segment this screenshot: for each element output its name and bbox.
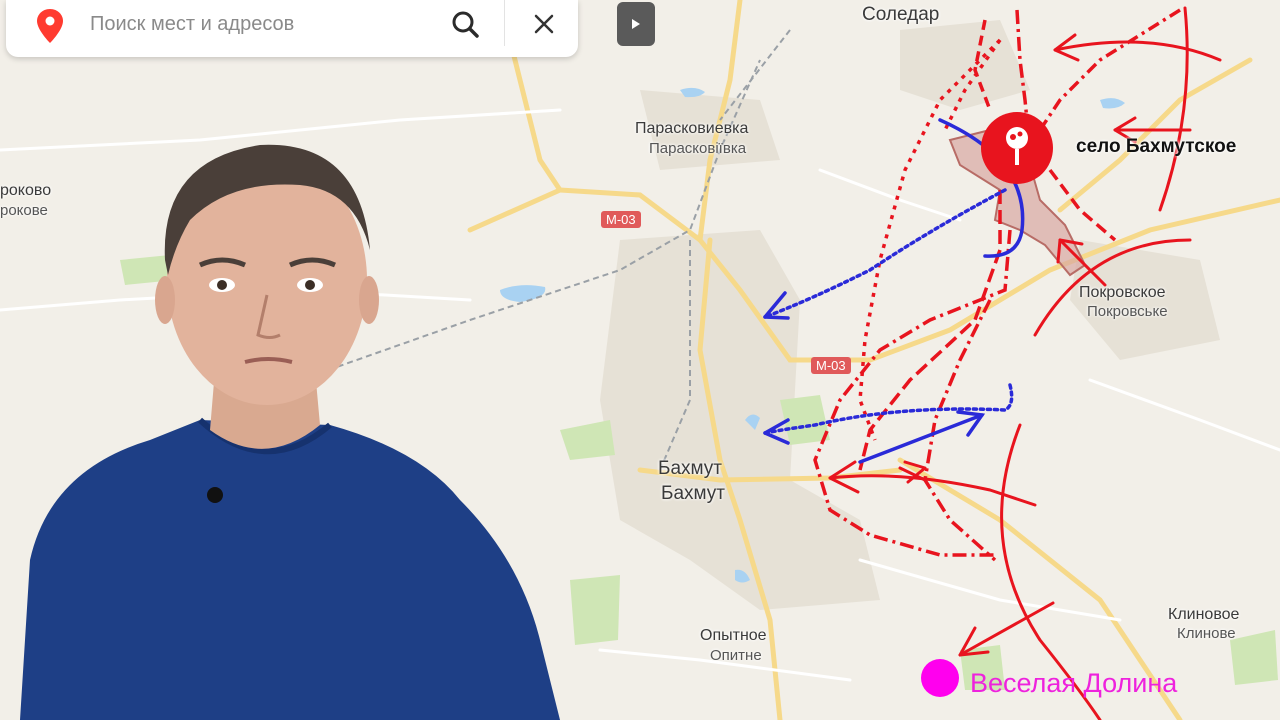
map-pin-icon <box>37 9 63 43</box>
search-input[interactable]: Поиск мест и адресов <box>90 13 294 36</box>
map-canvas[interactable] <box>0 0 1280 720</box>
play-icon <box>632 19 640 29</box>
label-bakhmutskoe[interactable]: село Бахмутское <box>1076 136 1236 158</box>
toggle-panel-button[interactable] <box>617 2 655 46</box>
road-shield-m03-top: М-03 <box>601 211 641 228</box>
label-pokrovskoe-ru: Покровское <box>1079 284 1166 301</box>
road-shield-m03-mid: М-03 <box>811 357 851 374</box>
label-soledar: Соледар <box>862 4 940 25</box>
close-icon <box>534 14 554 34</box>
label-opytnoe-ua: Опитне <box>710 647 762 664</box>
label-opytnoe-ru: Опытное <box>700 627 767 644</box>
clear-search-button[interactable] <box>526 6 562 42</box>
veselaya-dolina-marker[interactable] <box>921 659 959 697</box>
bakhmutskoe-marker[interactable] <box>981 112 1053 184</box>
label-pokrovskoe-ua: Покровське <box>1087 303 1168 320</box>
label-klinovoe-ua: Клинове <box>1177 625 1236 642</box>
label-veselaya-dolina[interactable]: Веселая Долина <box>970 668 1177 699</box>
search-icon <box>452 11 479 38</box>
search-bar: Поиск мест и адресов <box>6 0 578 57</box>
label-bakhmut-ua: Бахмут <box>661 483 726 504</box>
label-klinovoe-ru: Клиновое <box>1168 606 1240 623</box>
label-paraskovievka-ua: Парасковіївка <box>649 140 747 157</box>
search-separator <box>504 0 505 46</box>
label-bakhmut-ru: Бахмут <box>658 458 723 479</box>
label-krasnoe-ua: рокове <box>0 202 48 219</box>
label-paraskovievka-ru: Парасковиевка <box>635 120 749 137</box>
search-button[interactable] <box>444 6 488 42</box>
label-krasnoe-ru: роково <box>0 182 52 199</box>
